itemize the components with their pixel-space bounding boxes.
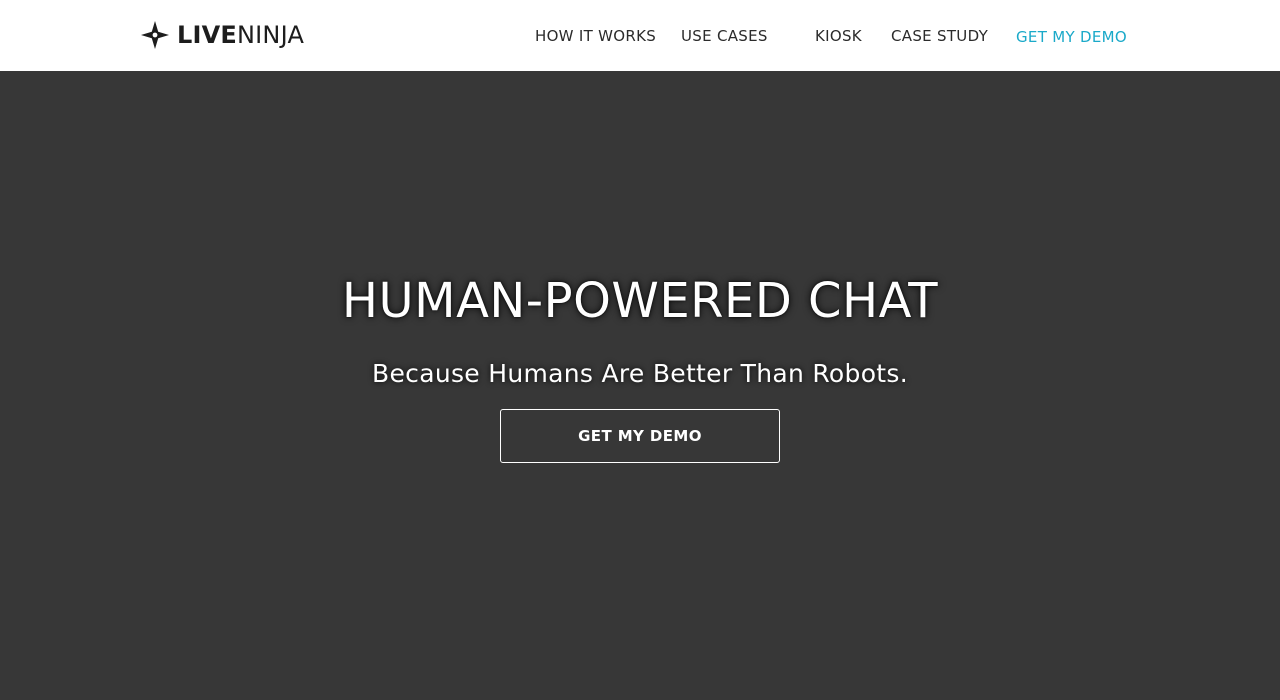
- hero-title: HUMAN-POWERED CHAT: [341, 273, 939, 329]
- main-nav: HOW IT WORKS USE CASES KIOSK CASE STUDY …: [0, 25, 1280, 47]
- hero-section: HUMAN-POWERED CHAT Because Humans Are Be…: [0, 71, 1280, 700]
- nav-case-study[interactable]: CASE STUDY: [891, 25, 988, 47]
- nav-use-cases[interactable]: USE CASES: [681, 25, 768, 47]
- top-navigation-bar: LIVENINJA HOW IT WORKS USE CASES KIOSK C…: [0, 0, 1280, 71]
- nav-get-my-demo[interactable]: GET MY DEMO: [1016, 26, 1127, 48]
- nav-how-it-works[interactable]: HOW IT WORKS: [535, 25, 656, 47]
- get-my-demo-button-label: GET MY DEMO: [578, 427, 702, 445]
- nav-kiosk[interactable]: KIOSK: [815, 25, 862, 47]
- get-my-demo-button[interactable]: GET MY DEMO: [500, 409, 780, 463]
- hero-subtitle: Because Humans Are Better Than Robots.: [372, 359, 908, 388]
